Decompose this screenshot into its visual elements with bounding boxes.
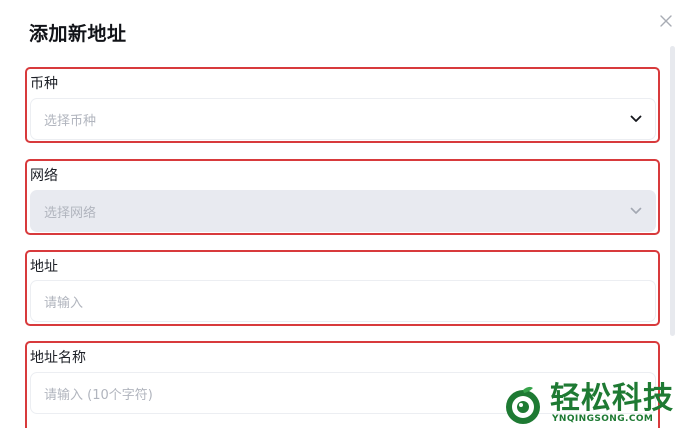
chevron-down-icon: [629, 204, 643, 218]
address-field-group: 地址 请输入: [25, 250, 660, 326]
dialog-title: 添加新地址: [29, 23, 127, 45]
currency-placeholder: 选择币种: [44, 113, 97, 129]
network-field-group: 网络 选择网络: [25, 159, 660, 235]
watermark: 轻松科技 YNQINGSONG.COM: [499, 382, 686, 428]
add-address-dialog: 添加新地址 币种 选择币种 网络 选择网络 地址 请输入 地址名称 请输入 (1…: [0, 0, 686, 428]
scrollbar[interactable]: [670, 46, 675, 336]
watermark-text: 轻松科技: [550, 381, 674, 416]
close-icon: [660, 15, 672, 27]
network-select[interactable]: 选择网络: [30, 190, 656, 232]
watermark-logo: [506, 386, 540, 424]
currency-label: 币种: [30, 76, 58, 92]
address-label: 地址: [30, 259, 58, 275]
network-label: 网络: [30, 168, 58, 184]
currency-select[interactable]: 选择币种: [30, 98, 656, 140]
address-name-label: 地址名称: [30, 350, 86, 366]
close-button[interactable]: [656, 11, 676, 31]
address-input[interactable]: 请输入: [30, 280, 656, 322]
address-placeholder: 请输入: [44, 295, 84, 311]
chevron-down-icon: [629, 112, 643, 126]
watermark-subtext: YNQINGSONG.COM: [552, 414, 654, 424]
currency-field-group: 币种 选择币种: [25, 67, 660, 143]
network-placeholder: 选择网络: [44, 205, 97, 221]
